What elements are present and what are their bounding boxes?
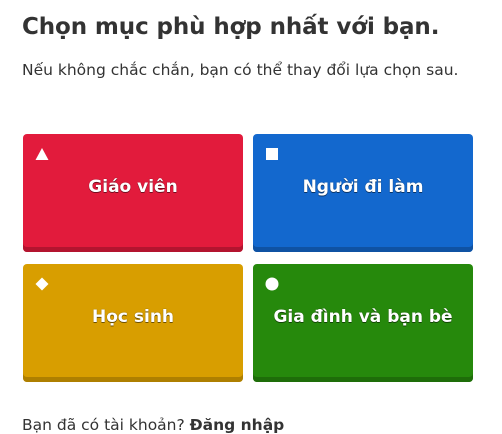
option-worker[interactable]: Người đi làm <box>253 134 473 252</box>
option-label: Giáo viên <box>88 177 178 197</box>
login-prompt: Bạn đã có tài khoản? Đăng nhập <box>22 416 284 434</box>
login-prompt-text: Bạn đã có tài khoản? <box>22 416 185 434</box>
square-icon <box>266 148 278 160</box>
triangle-icon <box>35 148 49 160</box>
login-link[interactable]: Đăng nhập <box>190 416 285 434</box>
circle-icon <box>265 277 279 291</box>
page-subtitle: Nếu không chắc chắn, bạn có thể thay đổi… <box>22 61 459 79</box>
option-teacher[interactable]: Giáo viên <box>23 134 243 252</box>
option-student[interactable]: Học sinh <box>23 264 243 382</box>
option-label: Học sinh <box>91 307 175 327</box>
option-label: Gia đình và bạn bè <box>273 307 453 327</box>
option-label: Người đi làm <box>302 177 424 197</box>
diamond-icon <box>35 277 49 291</box>
option-family[interactable]: Gia đình và bạn bè <box>253 264 473 382</box>
page-title: Chọn mục phù hợp nhất với bạn. <box>22 14 440 40</box>
